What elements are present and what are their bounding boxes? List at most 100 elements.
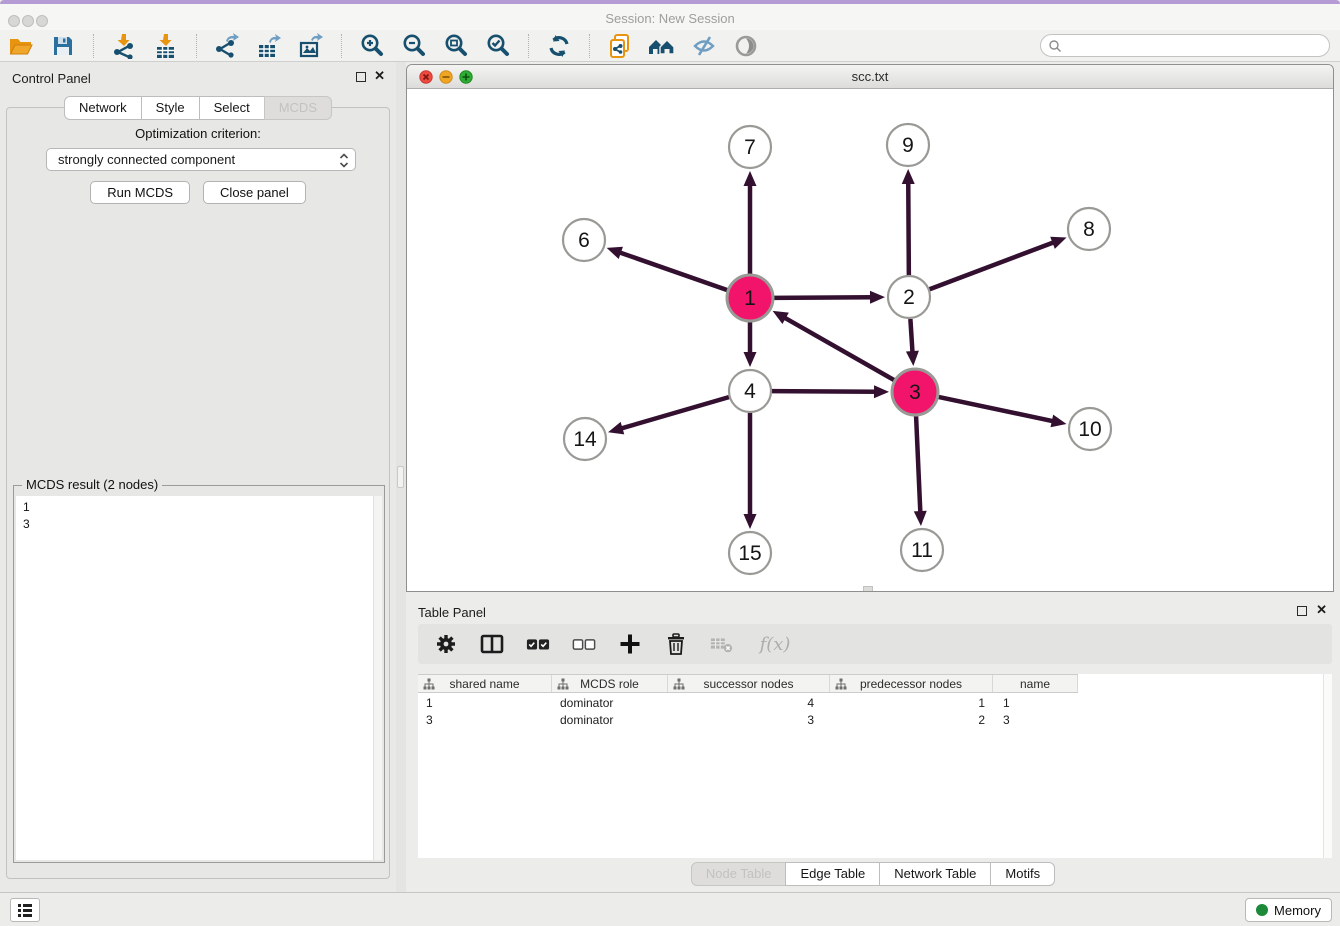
network-view-window: scc.txt 7968124314101511 (406, 64, 1334, 592)
column-header-successor-nodes[interactable]: successor nodes (668, 675, 830, 692)
graph-edge-arrow[interactable] (914, 511, 927, 526)
graph-edge[interactable] (783, 317, 894, 380)
table-cell[interactable]: 1 (830, 695, 993, 711)
table-cell[interactable]: 3 (668, 712, 830, 728)
graph-edge-arrow[interactable] (744, 171, 757, 186)
export-table-button[interactable] (248, 31, 290, 61)
show-all-button[interactable] (641, 31, 683, 61)
select-all-button[interactable] (526, 632, 550, 656)
memory-button[interactable]: Memory (1245, 898, 1332, 922)
import-table-button[interactable] (145, 31, 187, 61)
tab-mcds[interactable]: MCDS (264, 96, 332, 120)
tab-motifs[interactable]: Motifs (990, 862, 1055, 886)
import-network-button[interactable] (103, 31, 145, 61)
open-session-button[interactable] (0, 31, 42, 61)
tab-network-table[interactable]: Network Table (879, 862, 991, 886)
column-header-predecessor-nodes[interactable]: predecessor nodes (830, 675, 993, 692)
mcds-result-scrollbar[interactable] (373, 496, 382, 860)
panel-divider[interactable] (396, 62, 406, 892)
export-network-button[interactable] (206, 31, 248, 61)
toggle-bird-view-button[interactable] (725, 31, 767, 61)
control-panel: Control Panel ✕ NetworkStyleSelectMCDS O… (0, 62, 396, 892)
graph-edge-arrow[interactable] (906, 351, 919, 366)
table-settings-button[interactable] (434, 632, 458, 656)
graph-edge[interactable] (910, 319, 912, 354)
tab-node-table[interactable]: Node Table (691, 862, 787, 886)
tab-edge-table[interactable]: Edge Table (785, 862, 880, 886)
table-cell[interactable]: 4 (668, 695, 830, 711)
graph-edge[interactable] (772, 391, 877, 392)
table-row[interactable]: 3dominator323 (418, 712, 1323, 728)
table-cell[interactable]: 1 (418, 695, 552, 711)
graph-edge-arrow[interactable] (744, 514, 757, 529)
tab-network[interactable]: Network (64, 96, 142, 120)
graph-edge-arrow[interactable] (608, 422, 624, 434)
table-cell[interactable]: 2 (830, 712, 993, 728)
graph-edge-arrow[interactable] (874, 385, 889, 398)
close-panel-button[interactable]: Close panel (203, 181, 306, 204)
table-row[interactable]: 1dominator411 (418, 695, 1323, 711)
graph-edge[interactable] (774, 297, 873, 298)
run-mcds-button[interactable]: Run MCDS (90, 181, 190, 204)
search-input[interactable] (1040, 34, 1330, 57)
delete-table-button[interactable] (710, 632, 734, 656)
graph-edge-arrow[interactable] (1050, 415, 1066, 428)
table-cell[interactable]: dominator (552, 695, 668, 711)
homes-icon (647, 33, 677, 59)
function-builder-button[interactable]: f(x) (756, 632, 800, 656)
table-scrollbar[interactable] (1323, 674, 1332, 858)
hide-selected-button[interactable] (683, 31, 725, 61)
network-canvas[interactable]: 7968124314101511 (407, 89, 1333, 592)
plus-icon (619, 633, 641, 655)
graph-edge[interactable] (930, 242, 1056, 290)
graph-edge-arrow[interactable] (1050, 237, 1066, 249)
graph-edge[interactable] (916, 416, 920, 514)
graph-edge-arrow[interactable] (744, 352, 757, 367)
window-title: Session: New Session (0, 11, 1340, 26)
export-image-button[interactable] (290, 31, 332, 61)
column-header-name[interactable]: name (993, 675, 1078, 692)
graph-edge[interactable] (618, 252, 727, 290)
zoom-in-button[interactable] (351, 31, 393, 61)
clone-network-icon (607, 33, 633, 59)
close-panel-icon[interactable]: ✕ (374, 68, 385, 84)
table-cell[interactable]: 1 (993, 695, 1078, 711)
clone-network-button[interactable] (599, 31, 641, 61)
graph-edge-arrow[interactable] (607, 247, 623, 259)
graph-edge[interactable] (938, 397, 1054, 422)
status-bar: Memory (0, 892, 1340, 926)
tab-style[interactable]: Style (141, 96, 200, 120)
criterion-dropdown[interactable]: strongly connected component (46, 148, 356, 171)
save-session-button[interactable] (42, 31, 84, 61)
delete-column-button[interactable] (664, 632, 688, 656)
graph-edge-arrow[interactable] (902, 169, 915, 184)
graph-edge[interactable] (908, 181, 909, 275)
network-window-titlebar[interactable]: scc.txt (407, 65, 1333, 89)
table-panel-title: Table Panel (418, 605, 486, 620)
table-cell[interactable]: 3 (418, 712, 552, 728)
create-column-button[interactable] (618, 632, 642, 656)
close-table-panel-icon[interactable]: ✕ (1316, 602, 1327, 618)
zoom-fit-button[interactable] (435, 31, 477, 61)
refresh-button[interactable] (538, 31, 580, 61)
float-panel-icon[interactable] (356, 72, 366, 82)
divider-handle[interactable] (397, 466, 404, 488)
table-cell[interactable]: 3 (993, 712, 1078, 728)
column-header-MCDS-role[interactable]: MCDS role (552, 675, 668, 692)
node-table: shared nameMCDS rolesuccessor nodesprede… (418, 674, 1332, 858)
zoom-out-button[interactable] (393, 31, 435, 61)
graph-edge-arrow[interactable] (870, 291, 885, 304)
split-handle[interactable] (863, 586, 873, 592)
mcds-result-text[interactable]: 1 3 (16, 496, 373, 860)
show-column-panel-button[interactable] (480, 632, 504, 656)
deselect-all-button[interactable] (572, 632, 596, 656)
memory-label: Memory (1274, 903, 1321, 918)
column-header-shared-name[interactable]: shared name (418, 675, 552, 692)
graph-edge[interactable] (620, 397, 729, 429)
tab-select[interactable]: Select (199, 96, 265, 120)
task-history-button[interactable] (10, 898, 40, 922)
network-graph[interactable]: 7968124314101511 (407, 89, 1333, 592)
table-cell[interactable]: dominator (552, 712, 668, 728)
zoom-selected-button[interactable] (477, 31, 519, 61)
float-table-panel-icon[interactable] (1297, 606, 1307, 616)
